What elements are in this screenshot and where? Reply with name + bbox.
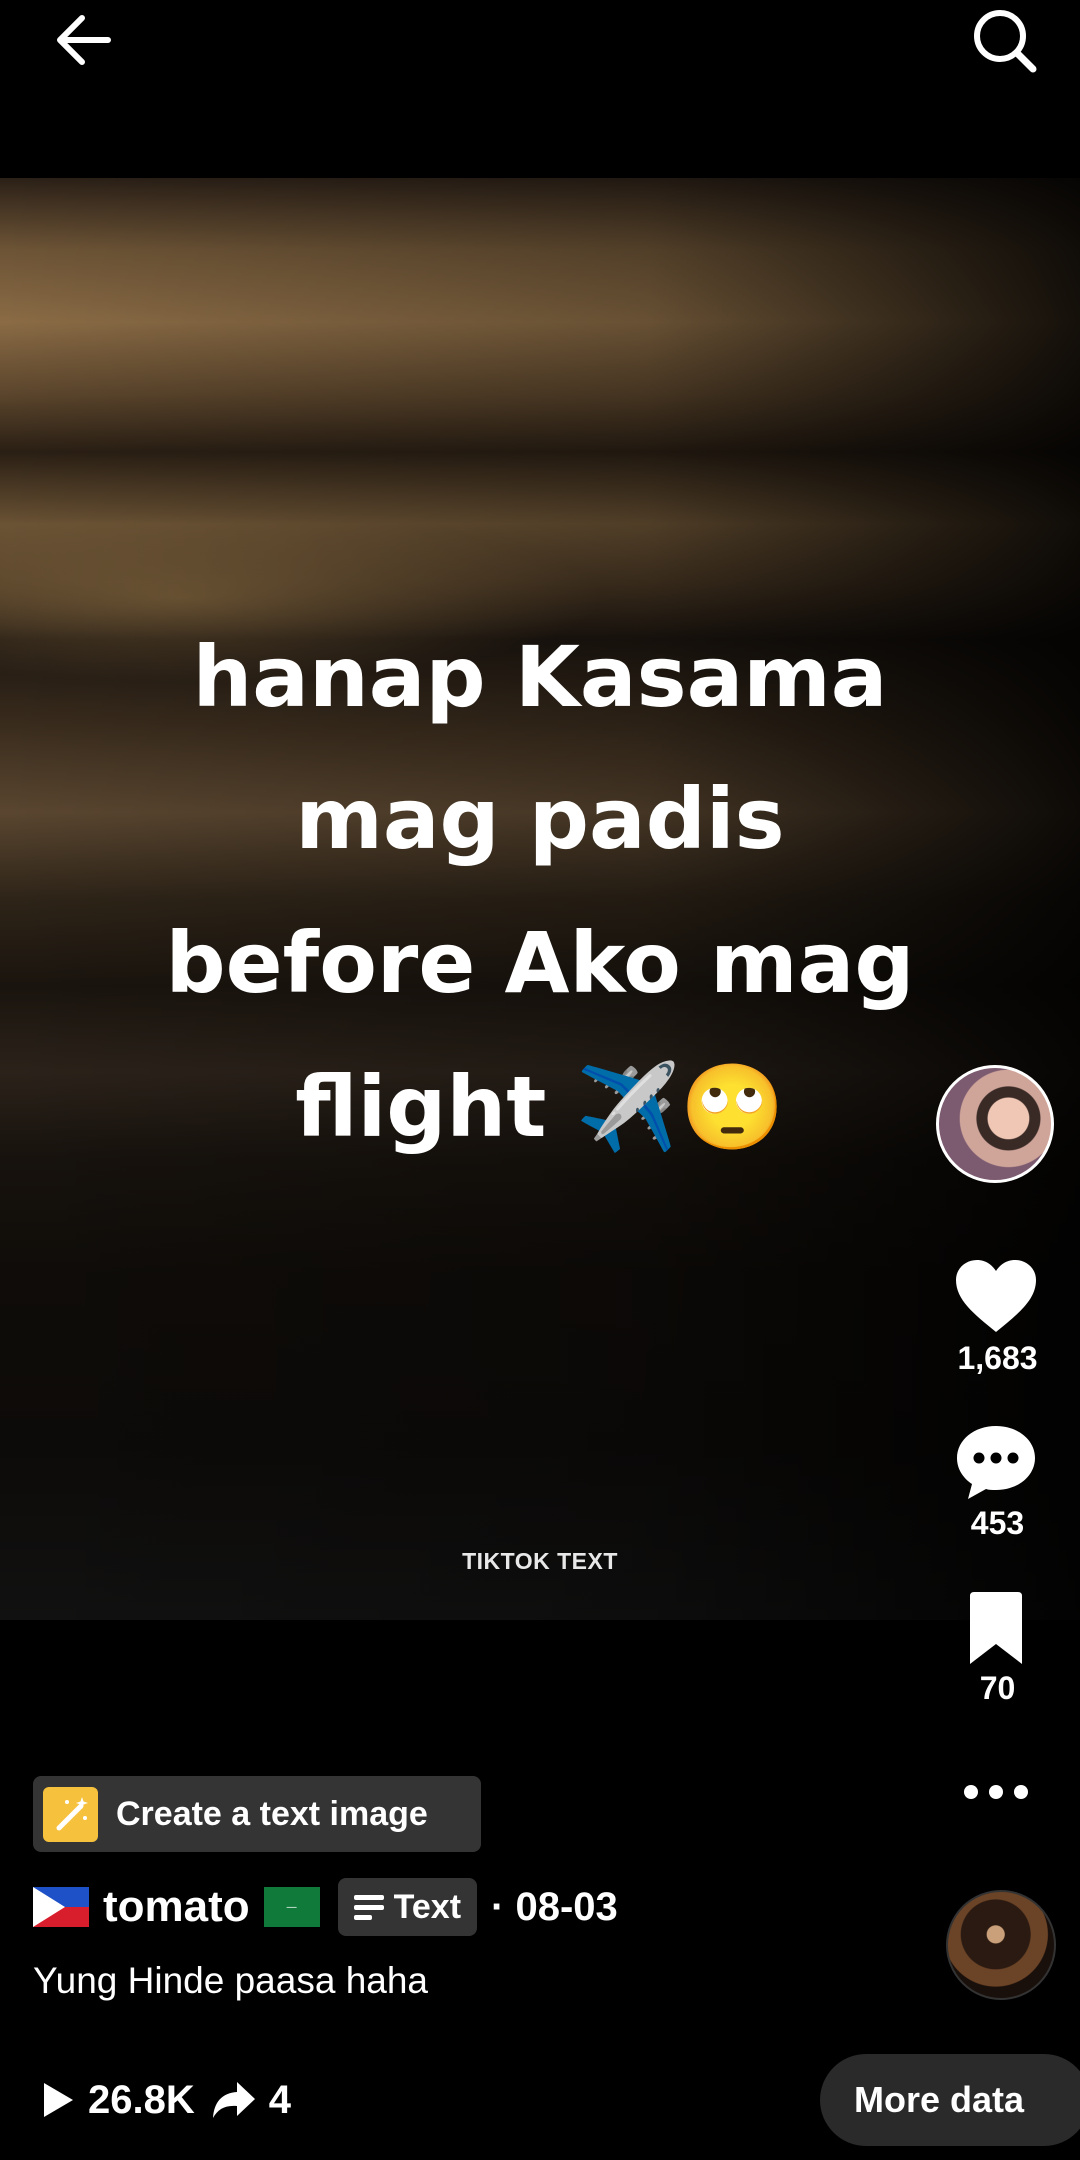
like-button[interactable] bbox=[946, 1258, 1046, 1338]
play-count: 26.8K bbox=[88, 2077, 195, 2122]
favorite-button[interactable] bbox=[946, 1590, 1046, 1670]
philippines-flag-icon bbox=[33, 1887, 89, 1927]
video-frame[interactable]: hanap Kasama mag padis before Ako mag fl… bbox=[0, 178, 1080, 1620]
share-icon bbox=[212, 2082, 255, 2118]
search-button[interactable] bbox=[965, 2, 1045, 82]
magic-wand-icon bbox=[43, 1786, 98, 1842]
author-name[interactable]: tomato bbox=[103, 1882, 250, 1932]
caption-line-2: mag padis bbox=[295, 770, 785, 868]
caption-line-1: hanap Kasama bbox=[192, 628, 888, 726]
post-date: · 08-03 bbox=[491, 1884, 618, 1929]
heart-icon bbox=[956, 1260, 1036, 1332]
video-watermark: TIKTOK TEXT bbox=[462, 1548, 618, 1574]
share-count: 4 bbox=[268, 2077, 291, 2122]
create-text-image-label: Create a text image bbox=[116, 1794, 428, 1833]
creator-avatar[interactable] bbox=[936, 1065, 1054, 1183]
bookmark-icon bbox=[970, 1592, 1022, 1664]
favorite-count: 70 bbox=[979, 1670, 1016, 1706]
back-button[interactable] bbox=[50, 6, 120, 76]
caption-line-4: flight ✈️🙄 bbox=[295, 1058, 785, 1156]
more-data-button[interactable]: More data bbox=[820, 2054, 1080, 2146]
author-row: tomato ― Text · 08-03 bbox=[33, 1872, 618, 1942]
comment-button[interactable] bbox=[946, 1422, 1046, 1502]
text-type-label: Text bbox=[393, 1887, 462, 1926]
like-count: 1,683 bbox=[957, 1340, 1038, 1376]
more-options-button[interactable] bbox=[946, 1780, 1046, 1810]
stats-row: 26.8K 4 bbox=[40, 2070, 307, 2130]
saudi-flag-icon: ― bbox=[263, 1887, 320, 1927]
post-description: Yung Hinde paasa haha bbox=[33, 1960, 429, 2001]
text-lines-icon bbox=[353, 1890, 384, 1925]
play-icon bbox=[44, 2083, 73, 2117]
music-disc[interactable] bbox=[946, 1890, 1056, 2000]
arrow-left-icon bbox=[57, 15, 111, 65]
comment-icon bbox=[957, 1426, 1035, 1499]
caption-line-3: before Ako mag bbox=[165, 914, 915, 1012]
create-text-image-button[interactable]: Create a text image bbox=[33, 1776, 481, 1852]
text-type-tag[interactable]: Text bbox=[337, 1878, 478, 1936]
search-icon bbox=[974, 10, 1037, 73]
comment-count: 453 bbox=[970, 1505, 1025, 1541]
more-dots-icon bbox=[964, 1785, 1028, 1799]
